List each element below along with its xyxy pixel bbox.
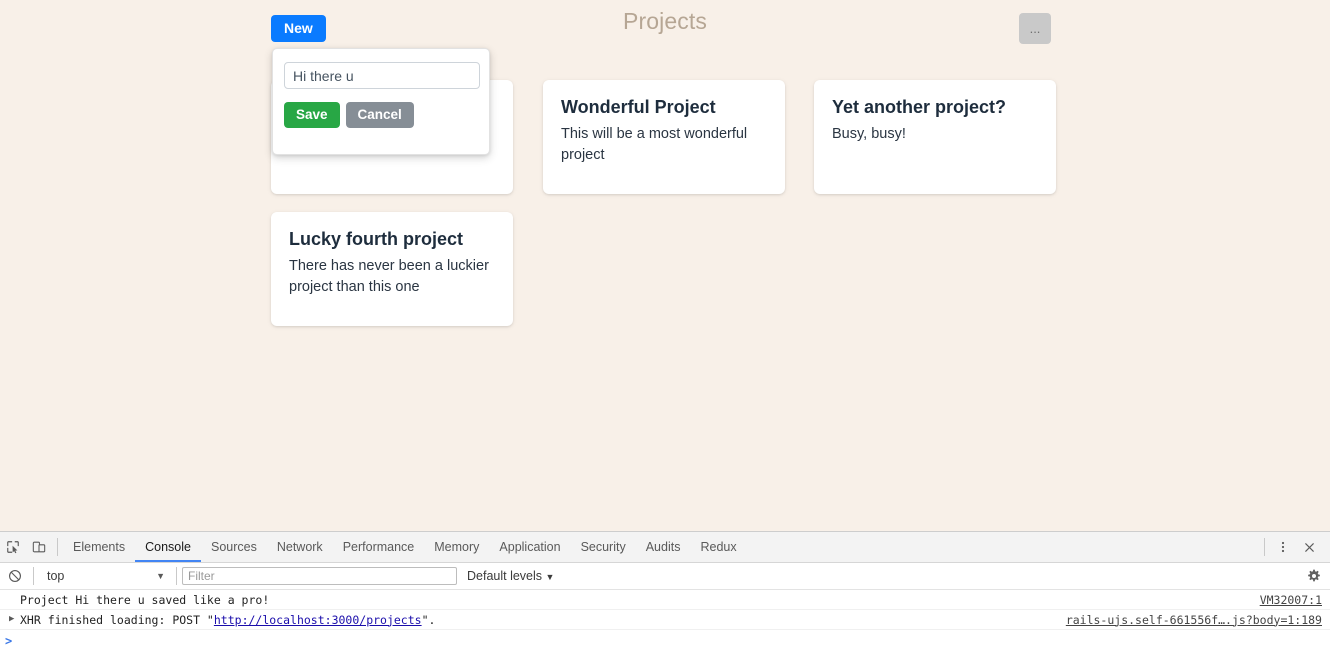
project-card-title: Yet another project?	[832, 97, 1007, 117]
settings-gear-icon[interactable]	[1307, 569, 1321, 583]
console-levels-label: Default levels	[467, 569, 543, 583]
console-message-text: XHR finished loading: POST "http://local…	[20, 613, 435, 627]
project-card-title: Wonderful Project	[561, 97, 716, 117]
new-project-button[interactable]: New	[271, 15, 326, 42]
console-message-row: ▶ XHR finished loading: POST "http://loc…	[0, 610, 1330, 630]
tab-audits[interactable]: Audits	[636, 532, 691, 562]
console-filter-input[interactable]	[182, 567, 457, 585]
console-levels-select[interactable]: Default levels ▼	[467, 569, 554, 583]
tab-memory[interactable]: Memory	[424, 532, 489, 562]
devtools-panel: Elements Console Sources Network Perform…	[0, 531, 1330, 658]
project-card-description: This will be a most wonderful project	[561, 126, 748, 163]
tab-security[interactable]: Security	[571, 532, 636, 562]
console-message-text: Project Hi there u saved like a pro!	[20, 592, 270, 607]
page-title: Projects	[623, 8, 707, 34]
more-tools-icon[interactable]	[1270, 534, 1296, 560]
save-button[interactable]: Save	[284, 102, 340, 128]
tab-console[interactable]: Console	[135, 532, 201, 562]
toolbar-divider	[1264, 538, 1265, 556]
project-card-title: Lucky fourth project	[289, 229, 464, 249]
cancel-button[interactable]: Cancel	[345, 102, 414, 128]
expand-arrow-icon[interactable]: ▶	[9, 610, 14, 629]
more-options-button[interactable]: ...	[1019, 13, 1051, 44]
console-message-row: Project Hi there u saved like a pro! VM3…	[0, 590, 1330, 610]
console-message-link[interactable]: http://localhost:3000/projects	[214, 613, 422, 627]
console-filterbar: top ▼ Default levels ▼	[0, 563, 1330, 590]
tab-performance[interactable]: Performance	[333, 532, 425, 562]
inspect-element-icon[interactable]	[0, 534, 26, 560]
device-toolbar-icon[interactable]	[26, 534, 52, 560]
filterbar-divider	[176, 567, 177, 585]
tab-network[interactable]: Network	[267, 532, 333, 562]
console-prompt-caret: >	[5, 634, 13, 648]
project-card-description: Busy, busy!	[832, 126, 906, 142]
project-card[interactable]: Lucky fourth project There has never bee…	[271, 212, 513, 326]
tab-application[interactable]: Application	[489, 532, 570, 562]
devtools-tabbar-right	[1259, 534, 1330, 560]
console-context-select[interactable]: top ▼	[39, 566, 171, 586]
tab-redux[interactable]: Redux	[690, 532, 746, 562]
console-message-source[interactable]: rails-ujs.self-661556f….js?body=1:189	[1066, 613, 1322, 627]
new-project-popover: Save Cancel	[272, 48, 490, 155]
tab-sources[interactable]: Sources	[201, 532, 267, 562]
filterbar-divider	[33, 567, 34, 585]
app-viewport: Projects New ... Wonderful Project This …	[0, 0, 1330, 531]
console-message-prefix: XHR finished loading: POST "	[20, 612, 214, 627]
console-prompt-row[interactable]: >	[0, 630, 1330, 652]
tab-elements[interactable]: Elements	[63, 532, 135, 562]
project-card[interactable]: Yet another project? Busy, busy!	[814, 80, 1056, 194]
chevron-down-icon: ▼	[545, 572, 555, 582]
console-output: Project Hi there u saved like a pro! VM3…	[0, 590, 1330, 652]
close-icon[interactable]	[1296, 534, 1322, 560]
project-name-input[interactable]	[284, 62, 480, 89]
console-message-suffix: ".	[421, 612, 436, 627]
project-card-description: There has never been a luckier project t…	[289, 258, 489, 295]
console-message-source[interactable]: VM32007:1	[1260, 593, 1322, 607]
chevron-down-icon: ▼	[156, 571, 165, 581]
devtools-tabbar: Elements Console Sources Network Perform…	[0, 532, 1330, 563]
toolbar-divider	[57, 538, 58, 556]
clear-console-icon[interactable]	[2, 563, 28, 589]
popover-actions: Save Cancel	[284, 102, 478, 128]
console-context-value: top	[47, 569, 65, 583]
project-card[interactable]: Wonderful Project This will be a most wo…	[543, 80, 785, 194]
